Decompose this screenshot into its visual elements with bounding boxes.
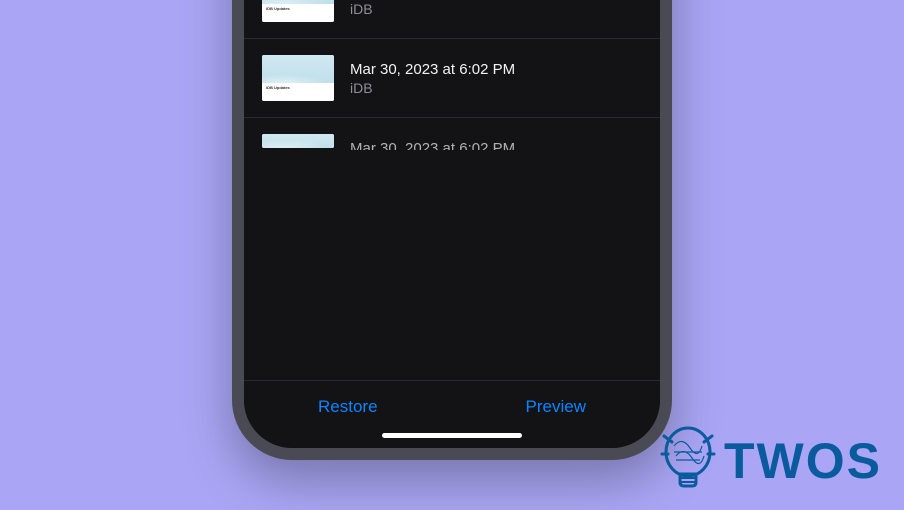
screen: iDB Updates iDB iDB Updates Mar 30, 2023… bbox=[244, 0, 660, 448]
list-item[interactable]: iDB Updates Mar 30, 2023 at 6:03 PM iDB bbox=[244, 0, 660, 39]
preview-button[interactable]: Preview bbox=[506, 393, 606, 421]
item-name: iDB bbox=[350, 80, 642, 96]
phone-frame: iDB Updates iDB iDB Updates Mar 30, 2023… bbox=[232, 0, 672, 460]
item-name: iDB bbox=[350, 1, 642, 17]
item-date: Mar 30, 2023 at 6:02 PM bbox=[350, 140, 642, 150]
restore-button[interactable]: Restore bbox=[298, 393, 398, 421]
item-date: Mar 30, 2023 at 6:02 PM bbox=[350, 61, 642, 78]
home-indicator[interactable] bbox=[382, 433, 522, 438]
brand-text: TWOS bbox=[724, 432, 882, 490]
thumbnail: iDB Updates bbox=[262, 0, 334, 22]
lightbulb-icon bbox=[660, 426, 716, 496]
version-list[interactable]: iDB Updates iDB iDB Updates Mar 30, 2023… bbox=[244, 0, 660, 380]
list-item[interactable]: Mar 30, 2023 at 6:02 PM bbox=[244, 118, 660, 158]
thumbnail: iDB Updates bbox=[262, 55, 334, 101]
thumbnail bbox=[262, 134, 334, 148]
bottom-toolbar: Restore Preview bbox=[244, 380, 660, 427]
brand-logo: TWOS bbox=[660, 426, 882, 496]
list-item[interactable]: iDB Updates Mar 30, 2023 at 6:02 PM iDB bbox=[244, 39, 660, 118]
